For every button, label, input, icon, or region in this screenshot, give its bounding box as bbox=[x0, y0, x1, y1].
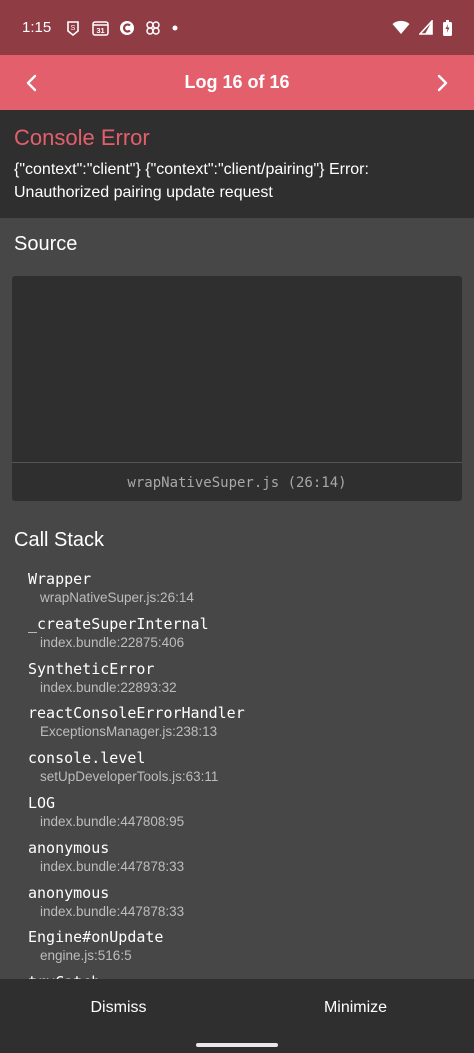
source-code-frame[interactable]: 24 | 25 |function Wrapper() { > 26 | ret… bbox=[12, 276, 462, 501]
code-line: 29 |Wrapper.prototype = Object.create(Cl… bbox=[12, 426, 462, 449]
stack-frame[interactable]: Engine#onUpdate engine.js:516:5 bbox=[28, 926, 458, 971]
code-line: 25 |function Wrapper() { bbox=[12, 311, 462, 334]
home-indicator[interactable] bbox=[196, 1043, 278, 1047]
dot-icon bbox=[171, 20, 179, 36]
wifi-icon bbox=[392, 20, 410, 36]
frame-function: Wrapper bbox=[28, 570, 92, 588]
chevron-right-icon bbox=[437, 74, 448, 91]
dismiss-button[interactable]: Dismiss bbox=[0, 979, 237, 1037]
svg-text:S: S bbox=[71, 25, 76, 32]
stack-frame[interactable]: Wrapper wrapNativeSuper.js:26:14 bbox=[28, 568, 458, 613]
pinwheel-icon bbox=[145, 20, 161, 36]
frame-function: reactConsoleErrorHandler bbox=[28, 704, 245, 723]
error-message[interactable]: {"context":"client"} {"context":"client/… bbox=[14, 158, 460, 204]
code-line: 27 |} bbox=[12, 380, 462, 403]
source-section-title: Source bbox=[14, 233, 78, 255]
frame-location: setUpDeveloperTools.js:63:11 bbox=[40, 769, 219, 785]
log-title: Log 16 of 16 bbox=[184, 72, 290, 92]
bottom-action-bar: Dismiss Minimize bbox=[0, 979, 474, 1053]
log-header: Log 16 of 16 bbox=[0, 55, 474, 110]
status-left: 1:15 S 31 bbox=[22, 19, 179, 36]
code-line: 28 | bbox=[12, 403, 462, 426]
previous-log-button[interactable] bbox=[16, 68, 46, 98]
status-right bbox=[392, 19, 452, 36]
frame-function: console.level bbox=[28, 749, 146, 768]
frame-location: wrapNativeSuper.js:26:14 bbox=[40, 590, 194, 605]
frame-location: index.bundle:447878:33 bbox=[40, 858, 185, 874]
source-file-reference[interactable]: wrapNativeSuper.js (26:14) bbox=[12, 462, 462, 501]
stack-frame[interactable]: console.level setUpDeveloperTools.js:63:… bbox=[28, 747, 458, 792]
calendar-day: 31 bbox=[96, 26, 104, 35]
c-app-icon bbox=[119, 20, 135, 36]
battery-icon bbox=[442, 19, 452, 36]
code-line: | ^ bbox=[12, 357, 462, 380]
frame-location: index.bundle:22875:406 bbox=[40, 634, 185, 650]
frame-location: index.bundle:22893:32 bbox=[40, 679, 177, 695]
stack-frame[interactable]: anonymous index.bundle:447878:33 bbox=[28, 882, 458, 927]
status-bar: 1:15 S 31 bbox=[0, 0, 474, 55]
frame-location: engine.js:516:5 bbox=[40, 948, 132, 964]
call-stack-section-title: Call Stack bbox=[14, 529, 105, 551]
stack-frame[interactable]: SyntheticError index.bundle:22893:32 bbox=[28, 658, 458, 703]
code-line: 24 | bbox=[12, 288, 462, 311]
stack-frame[interactable]: anonymous index.bundle:447878:33 bbox=[28, 837, 458, 882]
stack-frame[interactable]: reactConsoleErrorHandler ExceptionsManag… bbox=[28, 702, 458, 747]
frame-function: anonymous bbox=[28, 883, 110, 902]
frame-location: index.bundle:447808:95 bbox=[40, 813, 185, 829]
status-time: 1:15 bbox=[22, 19, 52, 36]
frame-function: SyntheticError bbox=[28, 659, 155, 678]
next-log-button[interactable] bbox=[428, 68, 458, 98]
minimize-button[interactable]: Minimize bbox=[237, 979, 474, 1037]
frame-function: anonymous bbox=[28, 838, 110, 857]
frame-location: ExceptionsManager.js:238:13 bbox=[40, 724, 218, 740]
code-line-highlighted: > 26 | return construct(Class, arguments… bbox=[12, 334, 462, 357]
calendar-icon: 31 bbox=[91, 20, 109, 36]
error-summary: Console Error {"context":"client"} {"con… bbox=[0, 110, 474, 218]
call-stack-list: Wrapper wrapNativeSuper.js:26:14 _create… bbox=[28, 568, 458, 1016]
frame-function: _createSuperInternal bbox=[28, 614, 209, 633]
s-badge-icon: S bbox=[65, 20, 81, 36]
frame-function: LOG bbox=[28, 793, 56, 812]
chevron-left-icon bbox=[26, 74, 37, 91]
signal-icon bbox=[418, 20, 434, 36]
frame-function: Engine#onUpdate bbox=[28, 928, 164, 947]
stack-frame[interactable]: _createSuperInternal index.bundle:22875:… bbox=[28, 613, 458, 658]
stack-frame[interactable]: LOG index.bundle:447808:95 bbox=[28, 792, 458, 837]
frame-location: index.bundle:447878:33 bbox=[40, 903, 185, 919]
log-box-screen: 1:15 S 31 Log 16 of 16 Console Error {"c… bbox=[0, 0, 474, 1053]
error-title: Console Error bbox=[14, 125, 150, 150]
